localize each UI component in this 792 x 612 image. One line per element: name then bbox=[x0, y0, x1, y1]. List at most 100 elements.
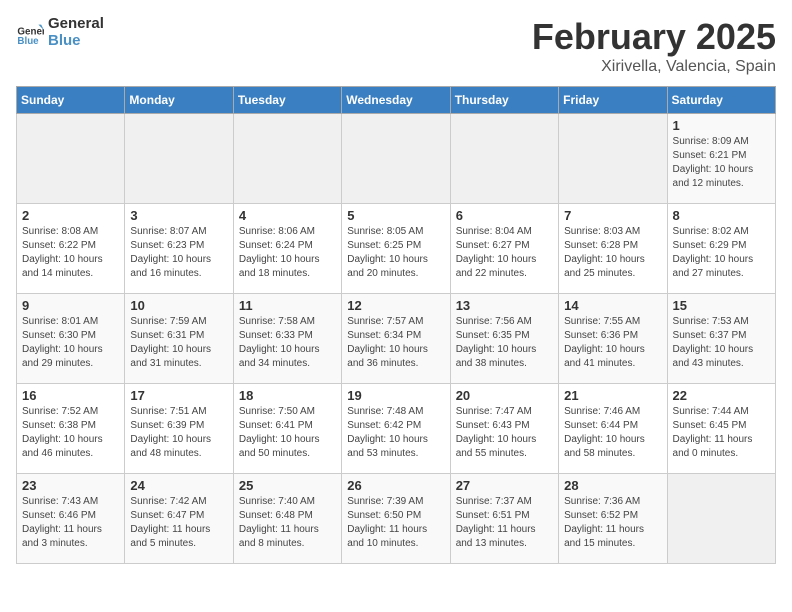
calendar-cell bbox=[667, 474, 775, 564]
day-info: Sunrise: 7:59 AM Sunset: 6:31 PM Dayligh… bbox=[130, 315, 227, 371]
day-of-week-header: Friday bbox=[559, 87, 667, 114]
logo-icon: General Blue bbox=[16, 19, 44, 47]
day-of-week-header: Sunday bbox=[17, 87, 125, 114]
day-info: Sunrise: 7:58 AM Sunset: 6:33 PM Dayligh… bbox=[239, 315, 336, 371]
calendar-cell: 8 Sunrise: 8:02 AM Sunset: 6:29 PM Daylig… bbox=[667, 204, 775, 294]
calendar-cell: 7 Sunrise: 8:03 AM Sunset: 6:28 PM Daylig… bbox=[559, 204, 667, 294]
day-number: 19 bbox=[347, 388, 444, 403]
day-info: Sunrise: 8:01 AM Sunset: 6:30 PM Dayligh… bbox=[22, 315, 119, 371]
day-number: 21 bbox=[564, 388, 661, 403]
calendar-cell bbox=[450, 114, 558, 204]
day-info: Sunrise: 8:05 AM Sunset: 6:25 PM Dayligh… bbox=[347, 225, 444, 281]
day-info: Sunrise: 7:51 AM Sunset: 6:39 PM Dayligh… bbox=[130, 405, 227, 461]
title-area: February 2025 Xirivella, Valencia, Spain bbox=[532, 16, 776, 76]
calendar-cell: 15 Sunrise: 7:53 AM Sunset: 6:37 PM Dayli… bbox=[667, 294, 775, 384]
calendar-cell: 4 Sunrise: 8:06 AM Sunset: 6:24 PM Daylig… bbox=[233, 204, 341, 294]
day-number: 23 bbox=[22, 478, 119, 493]
day-number: 25 bbox=[239, 478, 336, 493]
calendar-cell: 6 Sunrise: 8:04 AM Sunset: 6:27 PM Daylig… bbox=[450, 204, 558, 294]
day-number: 5 bbox=[347, 208, 444, 223]
day-number: 2 bbox=[22, 208, 119, 223]
day-info: Sunrise: 7:40 AM Sunset: 6:48 PM Dayligh… bbox=[239, 495, 336, 551]
calendar-week-row: 1Sunrise: 8:09 AM Sunset: 6:21 PM Daylig… bbox=[17, 114, 776, 204]
day-number: 12 bbox=[347, 298, 444, 313]
calendar-week-row: 23Sunrise: 7:43 AM Sunset: 6:46 PM Dayli… bbox=[17, 474, 776, 564]
calendar-cell: 28 Sunrise: 7:36 AM Sunset: 6:52 PM Dayli… bbox=[559, 474, 667, 564]
calendar-cell: 26 Sunrise: 7:39 AM Sunset: 6:50 PM Dayli… bbox=[342, 474, 450, 564]
day-number: 8 bbox=[673, 208, 770, 223]
day-info: Sunrise: 8:08 AM Sunset: 6:22 PM Dayligh… bbox=[22, 225, 119, 281]
day-number: 7 bbox=[564, 208, 661, 223]
header: General Blue General Blue February 2025 … bbox=[16, 16, 776, 76]
calendar-cell: 19 Sunrise: 7:48 AM Sunset: 6:42 PM Dayli… bbox=[342, 384, 450, 474]
calendar-cell: 9 Sunrise: 8:01 AM Sunset: 6:30 PM Daylig… bbox=[17, 294, 125, 384]
day-number: 22 bbox=[673, 388, 770, 403]
day-info: Sunrise: 8:07 AM Sunset: 6:23 PM Dayligh… bbox=[130, 225, 227, 281]
header-row: SundayMondayTuesdayWednesdayThursdayFrid… bbox=[17, 87, 776, 114]
day-info: Sunrise: 7:56 AM Sunset: 6:35 PM Dayligh… bbox=[456, 315, 553, 371]
day-number: 9 bbox=[22, 298, 119, 313]
day-number: 16 bbox=[22, 388, 119, 403]
calendar-cell: 23Sunrise: 7:43 AM Sunset: 6:46 PM Dayli… bbox=[17, 474, 125, 564]
calendar-cell: 21 Sunrise: 7:46 AM Sunset: 6:44 PM Dayli… bbox=[559, 384, 667, 474]
calendar-cell bbox=[559, 114, 667, 204]
logo: General Blue General Blue bbox=[16, 16, 104, 49]
day-number: 10 bbox=[130, 298, 227, 313]
day-number: 13 bbox=[456, 298, 553, 313]
calendar-cell: 16 Sunrise: 7:52 AM Sunset: 6:38 PM Dayli… bbox=[17, 384, 125, 474]
day-number: 3 bbox=[130, 208, 227, 223]
day-info: Sunrise: 8:09 AM Sunset: 6:21 PM Dayligh… bbox=[673, 135, 770, 191]
day-number: 26 bbox=[347, 478, 444, 493]
day-info: Sunrise: 7:48 AM Sunset: 6:42 PM Dayligh… bbox=[347, 405, 444, 461]
day-of-week-header: Thursday bbox=[450, 87, 558, 114]
calendar-cell: 1Sunrise: 8:09 AM Sunset: 6:21 PM Daylig… bbox=[667, 114, 775, 204]
calendar-cell: 18 Sunrise: 7:50 AM Sunset: 6:41 PM Dayli… bbox=[233, 384, 341, 474]
logo-general-text: General bbox=[48, 16, 104, 33]
day-info: Sunrise: 7:53 AM Sunset: 6:37 PM Dayligh… bbox=[673, 315, 770, 371]
day-number: 20 bbox=[456, 388, 553, 403]
day-info: Sunrise: 8:02 AM Sunset: 6:29 PM Dayligh… bbox=[673, 225, 770, 281]
calendar-cell: 25 Sunrise: 7:40 AM Sunset: 6:48 PM Dayli… bbox=[233, 474, 341, 564]
calendar-cell: 12Sunrise: 7:57 AM Sunset: 6:34 PM Dayli… bbox=[342, 294, 450, 384]
day-info: Sunrise: 7:52 AM Sunset: 6:38 PM Dayligh… bbox=[22, 405, 119, 461]
logo-blue-text: Blue bbox=[48, 33, 104, 50]
month-title: February 2025 bbox=[532, 16, 776, 58]
day-of-week-header: Tuesday bbox=[233, 87, 341, 114]
day-info: Sunrise: 7:55 AM Sunset: 6:36 PM Dayligh… bbox=[564, 315, 661, 371]
calendar-cell: 17 Sunrise: 7:51 AM Sunset: 6:39 PM Dayli… bbox=[125, 384, 233, 474]
day-info: Sunrise: 7:50 AM Sunset: 6:41 PM Dayligh… bbox=[239, 405, 336, 461]
day-info: Sunrise: 7:42 AM Sunset: 6:47 PM Dayligh… bbox=[130, 495, 227, 551]
calendar-cell bbox=[233, 114, 341, 204]
calendar-cell: 13 Sunrise: 7:56 AM Sunset: 6:35 PM Dayli… bbox=[450, 294, 558, 384]
day-number: 6 bbox=[456, 208, 553, 223]
calendar-header: SundayMondayTuesdayWednesdayThursdayFrid… bbox=[17, 87, 776, 114]
day-number: 17 bbox=[130, 388, 227, 403]
day-number: 11 bbox=[239, 298, 336, 313]
day-info: Sunrise: 7:36 AM Sunset: 6:52 PM Dayligh… bbox=[564, 495, 661, 551]
calendar-table: SundayMondayTuesdayWednesdayThursdayFrid… bbox=[16, 86, 776, 564]
calendar-cell: 5 Sunrise: 8:05 AM Sunset: 6:25 PM Daylig… bbox=[342, 204, 450, 294]
day-info: Sunrise: 7:39 AM Sunset: 6:50 PM Dayligh… bbox=[347, 495, 444, 551]
calendar-cell bbox=[17, 114, 125, 204]
day-info: Sunrise: 8:04 AM Sunset: 6:27 PM Dayligh… bbox=[456, 225, 553, 281]
day-number: 4 bbox=[239, 208, 336, 223]
day-number: 15 bbox=[673, 298, 770, 313]
calendar-cell: 2 Sunrise: 8:08 AM Sunset: 6:22 PM Daylig… bbox=[17, 204, 125, 294]
calendar-cell: 24 Sunrise: 7:42 AM Sunset: 6:47 PM Dayli… bbox=[125, 474, 233, 564]
location-title: Xirivella, Valencia, Spain bbox=[532, 58, 776, 76]
day-number: 28 bbox=[564, 478, 661, 493]
calendar-week-row: 9 Sunrise: 8:01 AM Sunset: 6:30 PM Daylig… bbox=[17, 294, 776, 384]
day-info: Sunrise: 8:03 AM Sunset: 6:28 PM Dayligh… bbox=[564, 225, 661, 281]
day-info: Sunrise: 7:46 AM Sunset: 6:44 PM Dayligh… bbox=[564, 405, 661, 461]
day-number: 18 bbox=[239, 388, 336, 403]
calendar-cell: 27Sunrise: 7:37 AM Sunset: 6:51 PM Dayli… bbox=[450, 474, 558, 564]
svg-text:Blue: Blue bbox=[17, 36, 39, 47]
calendar-body: 1Sunrise: 8:09 AM Sunset: 6:21 PM Daylig… bbox=[17, 114, 776, 564]
day-of-week-header: Monday bbox=[125, 87, 233, 114]
calendar-cell: 11 Sunrise: 7:58 AM Sunset: 6:33 PM Dayli… bbox=[233, 294, 341, 384]
day-info: Sunrise: 8:06 AM Sunset: 6:24 PM Dayligh… bbox=[239, 225, 336, 281]
calendar-week-row: 16 Sunrise: 7:52 AM Sunset: 6:38 PM Dayli… bbox=[17, 384, 776, 474]
day-number: 24 bbox=[130, 478, 227, 493]
calendar-cell bbox=[342, 114, 450, 204]
day-info: Sunrise: 7:37 AM Sunset: 6:51 PM Dayligh… bbox=[456, 495, 553, 551]
